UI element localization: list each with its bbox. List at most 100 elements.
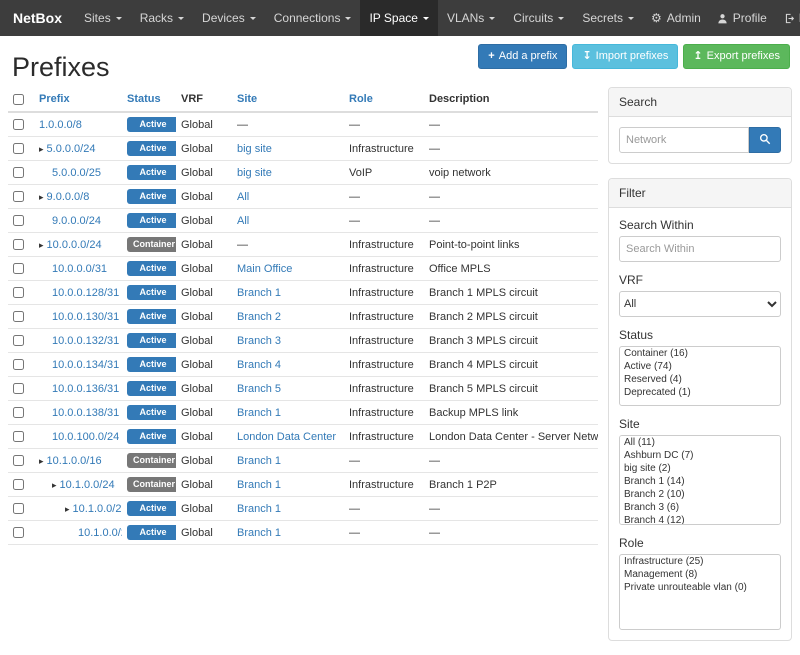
table-row: 10.0.0.0/31 Active Global Main Office In… — [8, 257, 598, 281]
sort-prefix-link[interactable]: Prefix — [39, 93, 70, 105]
row-checkbox[interactable] — [13, 191, 24, 202]
logout-link[interactable]: Log out — [775, 0, 800, 36]
row-checkbox[interactable] — [13, 311, 24, 322]
site-link[interactable]: Branch 5 — [237, 383, 281, 395]
listbox-option[interactable]: Management (8) — [620, 568, 780, 581]
row-checkbox[interactable] — [13, 359, 24, 370]
listbox-option[interactable]: Branch 3 (6) — [620, 501, 780, 514]
listbox-option[interactable]: Container (16) — [620, 347, 780, 360]
site-cell: Branch 1 — [232, 281, 344, 305]
prefix-link[interactable]: 10.0.0.0/24 — [47, 239, 102, 251]
prefix-link[interactable]: 9.0.0.0/8 — [47, 191, 90, 203]
site-link[interactable]: London Data Center — [237, 431, 336, 443]
sort-site-link[interactable]: Site — [237, 93, 257, 105]
listbox-option[interactable]: Deprecated (1) — [620, 386, 780, 399]
listbox-option[interactable]: All (11) — [620, 436, 780, 449]
search-within-input[interactable] — [619, 236, 781, 262]
listbox-option[interactable]: Ashburn DC (7) — [620, 449, 780, 462]
nav-item-devices[interactable]: Devices — [193, 0, 265, 36]
prefix-link[interactable]: 10.0.0.0/31 — [52, 263, 107, 275]
row-checkbox[interactable] — [13, 431, 24, 442]
sort-role-link[interactable]: Role — [349, 93, 373, 105]
prefix-link[interactable]: 10.0.0.134/31 — [52, 359, 119, 371]
prefix-link[interactable]: 10.0.100.0/24 — [52, 431, 119, 443]
nav-item-sites[interactable]: Sites — [75, 0, 131, 36]
prefix-link[interactable]: 10.1.0.0/25 — [73, 503, 122, 515]
listbox-option[interactable]: Reserved (4) — [620, 373, 780, 386]
site-link[interactable]: Main Office — [237, 263, 292, 275]
listbox-option[interactable]: big site (2) — [620, 462, 780, 475]
prefix-link[interactable]: 5.0.0.0/25 — [52, 167, 101, 179]
sort-status-link[interactable]: Status — [127, 93, 161, 105]
row-checkbox[interactable] — [13, 335, 24, 346]
site-link[interactable]: Branch 1 — [237, 455, 281, 467]
row-checkbox[interactable] — [13, 239, 24, 250]
vrf-select[interactable]: All — [619, 291, 781, 317]
row-checkbox[interactable] — [13, 503, 24, 514]
listbox-option[interactable]: Active (74) — [620, 360, 780, 373]
site-header: Site — [232, 87, 344, 112]
role-listbox[interactable]: Infrastructure (25)Management (8)Private… — [619, 554, 781, 630]
site-link[interactable]: Branch 4 — [237, 359, 281, 371]
nav-item-label: VLANs — [447, 11, 484, 25]
prefix-link[interactable]: 9.0.0.0/24 — [52, 215, 101, 227]
prefix-link[interactable]: 1.0.0.0/8 — [39, 119, 82, 131]
site-link[interactable]: Branch 1 — [237, 479, 281, 491]
profile-link[interactable]: Profile — [709, 0, 775, 36]
row-select-cell — [8, 257, 34, 281]
status-listbox[interactable]: Container (16)Active (74)Reserved (4)Dep… — [619, 346, 781, 406]
export-prefixes-button[interactable]: ↥ Export prefixes — [683, 44, 790, 69]
listbox-option[interactable]: Private unrouteable vlan (0) — [620, 581, 780, 594]
prefix-link[interactable]: 10.1.0.0/26 — [78, 527, 122, 539]
nav-item-secrets[interactable]: Secrets — [573, 0, 643, 36]
row-checkbox[interactable] — [13, 143, 24, 154]
listbox-option[interactable]: Branch 1 (14) — [620, 475, 780, 488]
prefix-link[interactable]: 10.0.0.132/31 — [52, 335, 119, 347]
site-link[interactable]: Branch 1 — [237, 527, 281, 539]
site-listbox[interactable]: All (11)Ashburn DC (7)big site (2)Branch… — [619, 435, 781, 525]
site-link[interactable]: big site — [237, 167, 272, 179]
site-link[interactable]: Branch 3 — [237, 335, 281, 347]
nav-item-vlans[interactable]: VLANs — [438, 0, 504, 36]
prefix-link[interactable]: 10.0.0.138/31 — [52, 407, 119, 419]
site-link[interactable]: Branch 1 — [237, 407, 281, 419]
row-checkbox[interactable] — [13, 119, 24, 130]
site-link[interactable]: Branch 1 — [237, 287, 281, 299]
listbox-option[interactable]: Branch 2 (10) — [620, 488, 780, 501]
admin-link[interactable]: ⚙ Admin — [643, 0, 709, 36]
site-link[interactable]: All — [237, 215, 249, 227]
add-prefix-button[interactable]: + Add a prefix — [478, 44, 567, 69]
site-link[interactable]: Branch 2 — [237, 311, 281, 323]
site-link[interactable]: All — [237, 191, 249, 203]
import-prefixes-button[interactable]: ↧ Import prefixes — [572, 44, 678, 69]
nav-item-ip-space[interactable]: IP Space — [360, 0, 437, 36]
prefix-link[interactable]: 5.0.0.0/24 — [47, 143, 96, 155]
prefix-link[interactable]: 10.0.0.128/31 — [52, 287, 119, 299]
row-checkbox[interactable] — [13, 407, 24, 418]
search-input[interactable] — [619, 127, 749, 153]
row-checkbox[interactable] — [13, 479, 24, 490]
row-checkbox[interactable] — [13, 527, 24, 538]
row-checkbox[interactable] — [13, 455, 24, 466]
row-checkbox[interactable] — [13, 167, 24, 178]
prefix-link[interactable]: 10.1.0.0/24 — [60, 479, 115, 491]
row-checkbox[interactable] — [13, 263, 24, 274]
nav-item-racks[interactable]: Racks — [131, 0, 193, 36]
select-all-checkbox[interactable] — [13, 94, 24, 105]
prefix-link[interactable]: 10.1.0.0/16 — [47, 455, 102, 467]
row-checkbox[interactable] — [13, 383, 24, 394]
site-link[interactable]: big site — [237, 143, 272, 155]
listbox-option[interactable]: Branch 4 (12) — [620, 514, 780, 525]
listbox-option[interactable]: Infrastructure (25) — [620, 555, 780, 568]
nav-item-connections[interactable]: Connections — [265, 0, 361, 36]
brand-link[interactable]: NetBox — [0, 0, 75, 36]
row-checkbox[interactable] — [13, 215, 24, 226]
status-badge: Active — [127, 429, 176, 444]
import-icon: ↧ — [582, 50, 591, 63]
search-button[interactable] — [749, 127, 781, 153]
row-checkbox[interactable] — [13, 287, 24, 298]
nav-item-circuits[interactable]: Circuits — [504, 0, 573, 36]
prefix-link[interactable]: 10.0.0.136/31 — [52, 383, 119, 395]
site-link[interactable]: Branch 1 — [237, 503, 281, 515]
prefix-link[interactable]: 10.0.0.130/31 — [52, 311, 119, 323]
